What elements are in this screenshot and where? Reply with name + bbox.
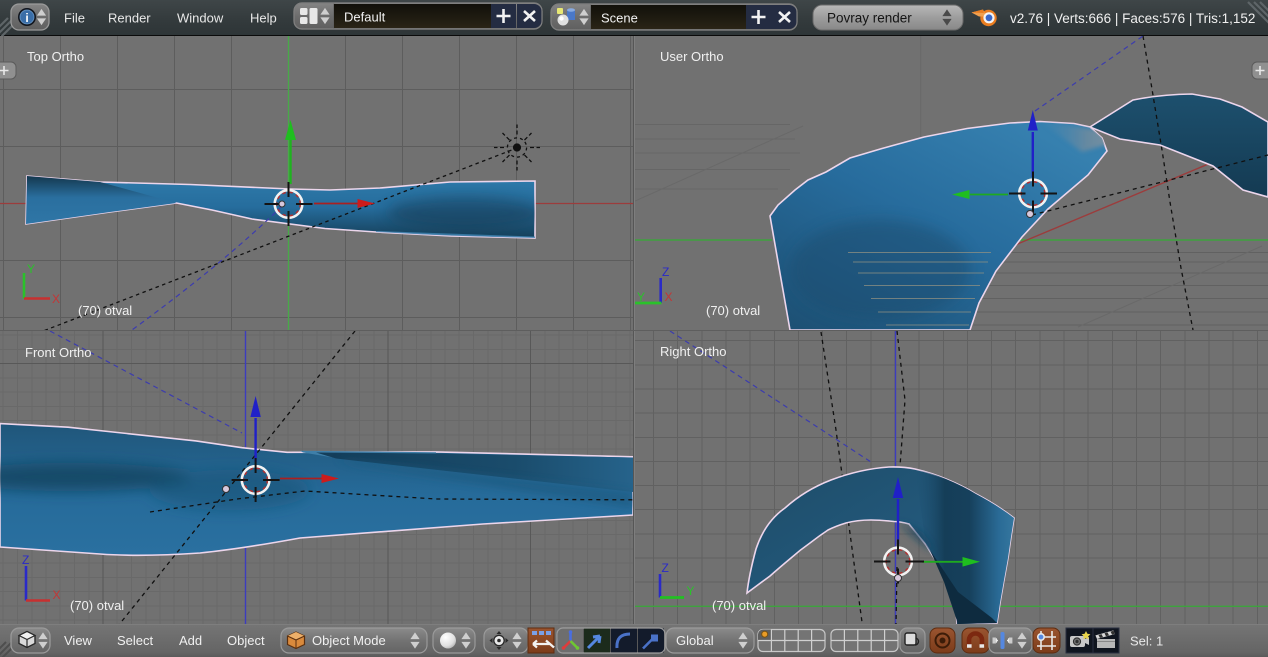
svg-text:Help: Help [250, 11, 277, 26]
svg-text:Add: Add [179, 633, 202, 648]
svg-text:Render: Render [108, 11, 151, 26]
svg-text:X: X [52, 292, 60, 306]
svg-text:Right Ortho: Right Ortho [660, 344, 726, 359]
svg-text:Z: Z [662, 561, 669, 575]
svg-text:Front Ortho: Front Ortho [25, 345, 91, 360]
svg-text:(70) otval: (70) otval [706, 303, 760, 318]
svg-text:(70) otval: (70) otval [70, 598, 124, 613]
svg-text:Y: Y [27, 262, 35, 276]
svg-text:Sel: 1: Sel: 1 [1130, 634, 1163, 649]
svg-text:(70) otval: (70) otval [78, 303, 132, 318]
svg-text:User Ortho: User Ortho [660, 49, 724, 64]
svg-text:View: View [64, 633, 93, 648]
svg-text:File: File [64, 11, 85, 26]
svg-text:X: X [53, 588, 61, 602]
svg-text:(70) otval: (70) otval [712, 598, 766, 613]
svg-text:Povray render: Povray render [827, 11, 912, 26]
svg-text:Default: Default [344, 10, 386, 25]
svg-text:Y: Y [687, 584, 695, 598]
svg-text:Select: Select [117, 633, 154, 648]
svg-text:Z: Z [22, 553, 29, 567]
svg-text:Object Mode: Object Mode [312, 633, 386, 648]
svg-text:Scene: Scene [601, 11, 638, 26]
svg-text:Global: Global [676, 633, 714, 648]
svg-text:i: i [25, 11, 28, 25]
svg-text:v2.76 | Verts:666 | Faces:576: v2.76 | Verts:666 | Faces:576 | Tris:1,1… [1010, 11, 1255, 26]
svg-text:Object: Object [227, 633, 265, 648]
svg-text:Top Ortho: Top Ortho [27, 49, 84, 64]
svg-text:Y: Y [637, 290, 645, 304]
svg-text:X: X [665, 290, 673, 304]
svg-text:Z: Z [662, 265, 669, 279]
svg-text:Window: Window [177, 11, 224, 26]
